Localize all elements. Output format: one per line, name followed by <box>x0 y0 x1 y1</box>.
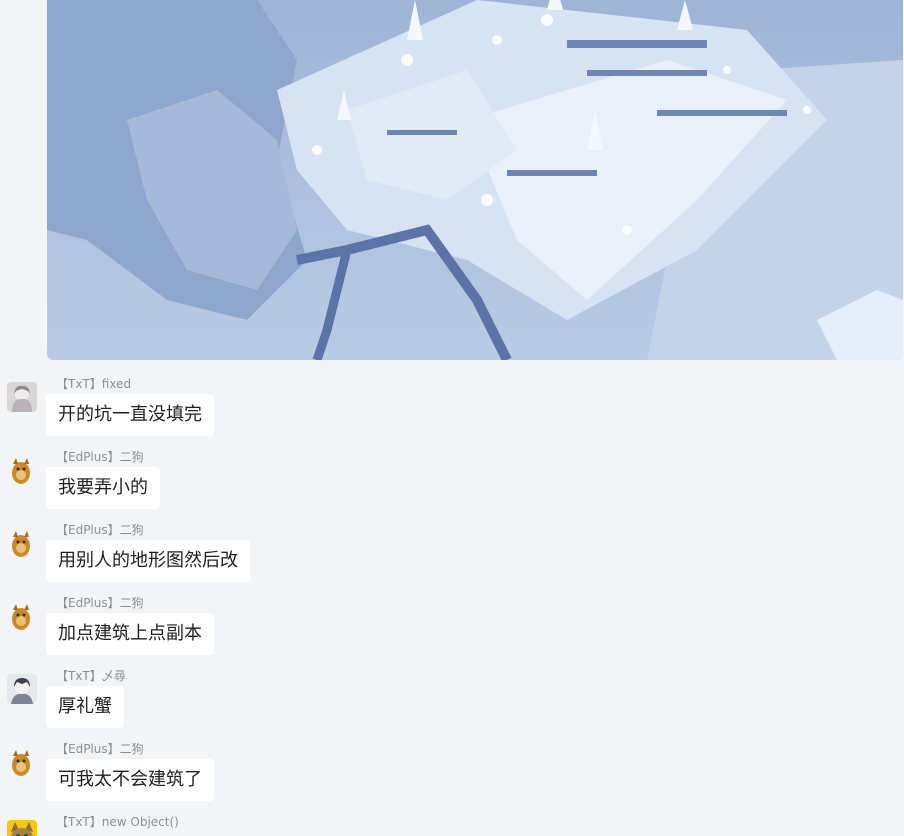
doge-avatar-icon[interactable] <box>7 601 37 631</box>
sender-nickname: fixed <box>101 377 132 391</box>
sender-tag: 【EdPlus】 <box>56 596 120 610</box>
sender-tag: 【EdPlus】 <box>56 450 120 464</box>
sender-tag: 【TxT】 <box>56 377 102 391</box>
snow-castle-image <box>47 0 903 360</box>
sender-nickname: 二狗 <box>119 596 144 610</box>
chat-window: 【TxT】fixed 开的坑一直没填完 【EdPlus】二狗 我要弄小的 【Ed… <box>0 0 904 836</box>
sender-tag: 【EdPlus】 <box>56 523 120 537</box>
doge-avatar-icon[interactable] <box>7 747 37 777</box>
sender-name: 【EdPlus】二狗 <box>56 741 144 757</box>
anime-girl-avatar-icon[interactable] <box>7 382 37 412</box>
sender-nickname: 乄尋 <box>101 669 126 683</box>
message-bubble[interactable]: 厚礼蟹 <box>46 686 124 728</box>
sender-name: 【EdPlus】二狗 <box>56 449 144 465</box>
anime-boy-avatar-icon[interactable] <box>7 674 37 704</box>
sender-name: 【TxT】乄尋 <box>56 668 126 684</box>
cat-avatar-icon[interactable] <box>7 820 37 836</box>
sender-tag: 【TxT】 <box>56 669 102 683</box>
message-bubble[interactable]: 开的坑一直没填完 <box>46 394 214 436</box>
message-bubble[interactable]: 可我太不会建筑了 <box>46 759 214 801</box>
sender-name: 【TxT】new Object() <box>56 814 179 830</box>
image-message-snow-castle[interactable] <box>47 0 903 360</box>
doge-avatar-icon[interactable] <box>7 528 37 558</box>
sender-name: 【EdPlus】二狗 <box>56 595 144 611</box>
message-bubble[interactable]: 我要弄小的 <box>46 467 160 509</box>
sender-nickname: 二狗 <box>119 523 144 537</box>
message-bubble[interactable]: 用别人的地形图然后改 <box>46 540 250 582</box>
sender-nickname: 二狗 <box>119 742 144 756</box>
sender-nickname: new Object() <box>101 815 179 829</box>
message-bubble[interactable]: 加点建筑上点副本 <box>46 613 214 655</box>
sender-name: 【TxT】fixed <box>56 376 131 392</box>
sender-tag: 【TxT】 <box>56 815 102 829</box>
sender-nickname: 二狗 <box>119 450 144 464</box>
sender-tag: 【EdPlus】 <box>56 742 120 756</box>
sender-name: 【EdPlus】二狗 <box>56 522 144 538</box>
doge-avatar-icon[interactable] <box>7 455 37 485</box>
